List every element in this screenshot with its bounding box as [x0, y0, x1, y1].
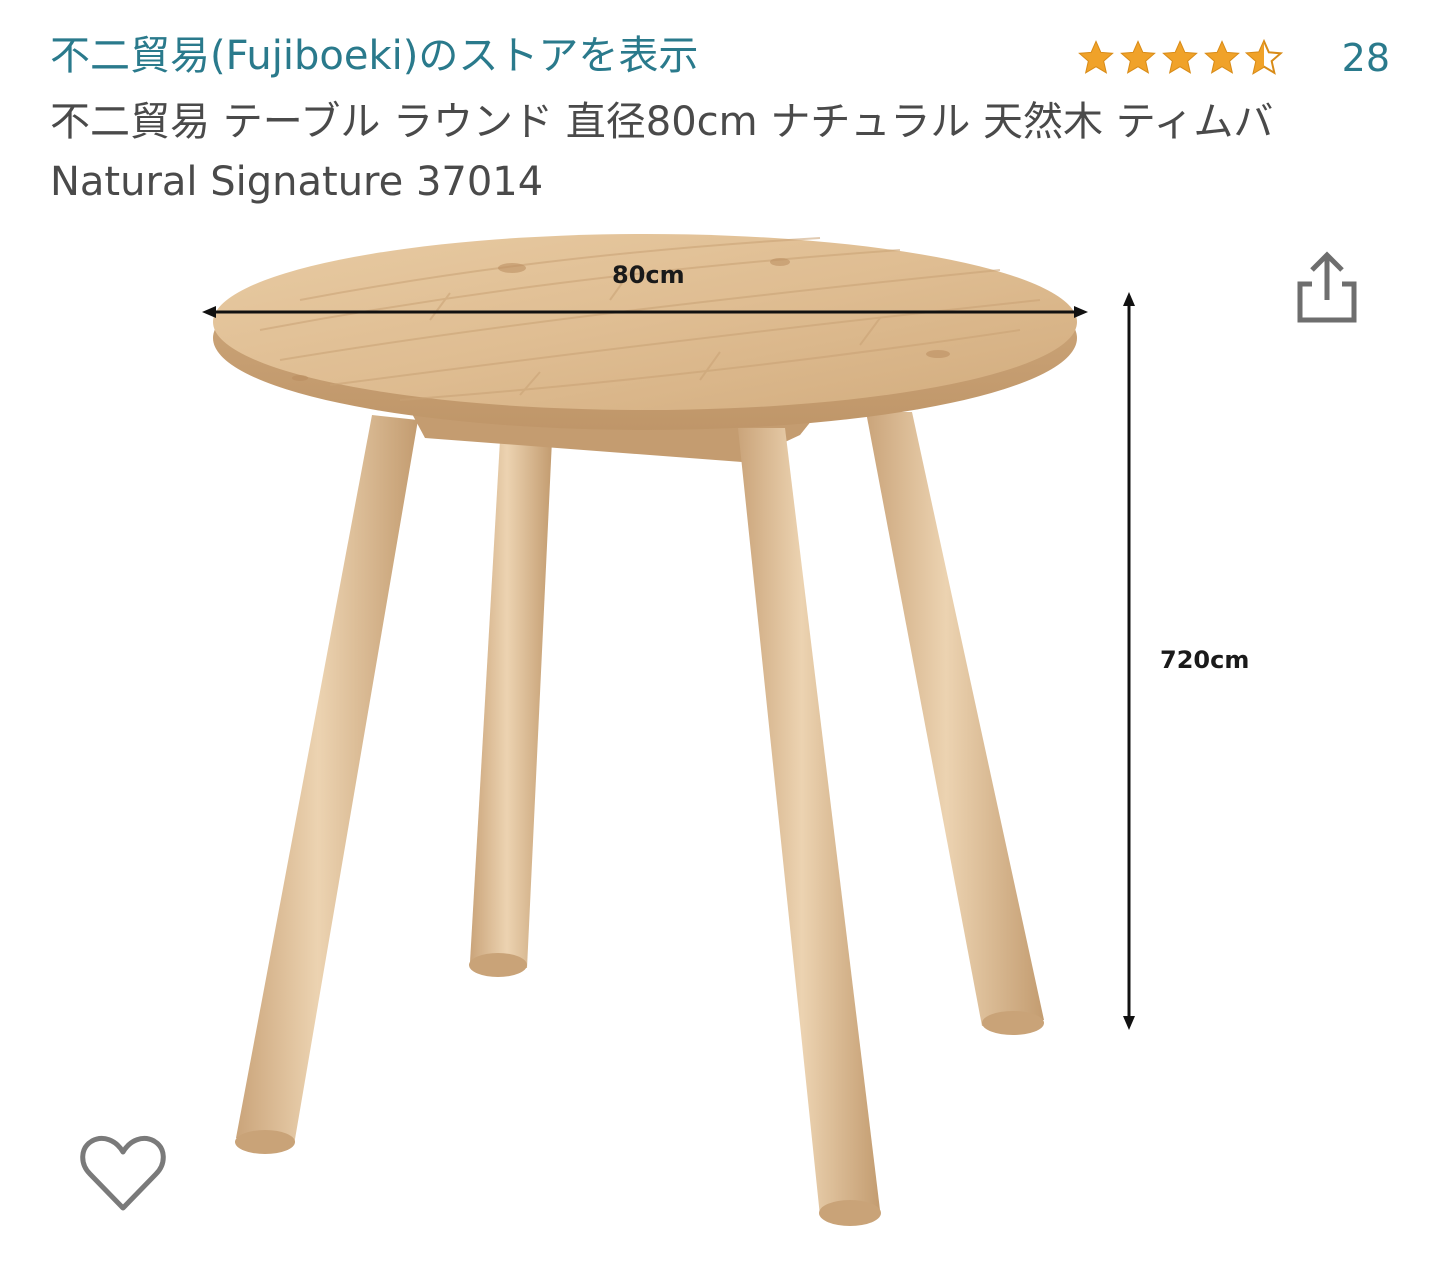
leg-foot — [235, 1130, 295, 1154]
height-dimension: 720cm — [1123, 292, 1249, 1030]
share-button[interactable] — [1292, 248, 1362, 328]
leg-foot — [469, 953, 527, 977]
product-image-area[interactable]: 80cm 720cm — [0, 220, 1440, 1265]
review-count[interactable]: 28 — [1342, 34, 1390, 82]
leg-foot — [819, 1200, 881, 1226]
store-link[interactable]: 不二貿易(Fujiboeki)のストアを表示 — [50, 28, 698, 84]
product-title: 不二貿易 テーブル ラウンド 直径80cm ナチュラル 天然木 ティムバ Nat… — [50, 99, 1274, 205]
star-icon — [1077, 40, 1114, 74]
table-leg — [236, 415, 418, 1145]
leg-foot — [982, 1011, 1044, 1035]
favorite-button[interactable] — [78, 1132, 168, 1216]
star-half-icon — [1244, 38, 1283, 75]
product-image: 80cm 720cm — [202, 234, 1249, 1226]
heart-icon — [80, 1136, 166, 1211]
star-icon — [1203, 40, 1240, 74]
star-icon — [1119, 40, 1156, 74]
rating[interactable]: 28 — [1076, 34, 1390, 82]
table-leg — [866, 412, 1044, 1026]
table-leg — [738, 428, 880, 1216]
star-rating — [1076, 38, 1284, 78]
share-icon — [1297, 251, 1357, 323]
star-icon — [1161, 40, 1198, 74]
width-label: 80cm — [612, 261, 685, 289]
table-leg — [470, 440, 552, 968]
height-label: 720cm — [1160, 646, 1249, 674]
